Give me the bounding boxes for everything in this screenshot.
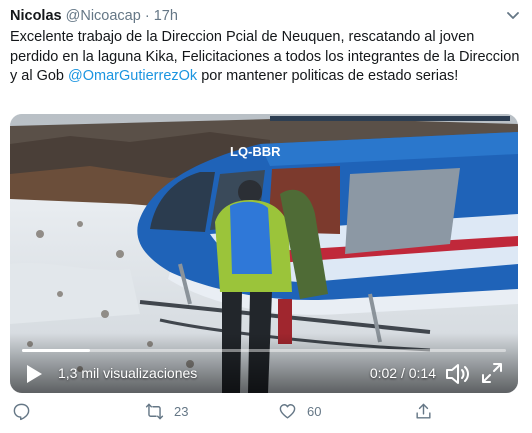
aircraft-registration: LQ-BBR bbox=[230, 144, 281, 159]
reply-icon bbox=[13, 403, 30, 421]
tweet-time[interactable]: 17h bbox=[154, 8, 178, 24]
like-icon bbox=[279, 404, 296, 419]
video-player[interactable]: LQ-BBR 1,3 mil visualizaciones 0:02 / 0:… bbox=[10, 114, 518, 393]
retweet-icon bbox=[145, 403, 164, 420]
retweet-button[interactable]: 23 bbox=[145, 402, 188, 421]
tweet-text: Excelente trabajo de la Direccion Pcial … bbox=[10, 28, 520, 87]
like-button[interactable]: 60 bbox=[278, 402, 321, 421]
chevron-down-icon bbox=[507, 12, 519, 19]
header-separator: · bbox=[144, 8, 150, 24]
view-count: 1,3 mil visualizaciones bbox=[58, 365, 198, 381]
video-progress-bar[interactable] bbox=[22, 349, 506, 352]
tweet-text-end: por mantener politicas de estado serias! bbox=[197, 68, 459, 84]
tweet-actions: 23 60 bbox=[0, 402, 532, 428]
author-name[interactable]: Nicolas bbox=[10, 8, 62, 24]
mention-link[interactable]: @OmarGutierrezOk bbox=[68, 68, 197, 84]
volume-button[interactable] bbox=[444, 361, 470, 387]
author-handle[interactable]: @Nicoacap bbox=[66, 8, 141, 24]
like-count: 60 bbox=[307, 404, 322, 419]
tweet-header: Nicolas @Nicoacap · 17h bbox=[10, 8, 178, 24]
fullscreen-button[interactable] bbox=[480, 361, 504, 385]
video-timer: 0:02 / 0:14 bbox=[369, 365, 436, 381]
retweet-count: 23 bbox=[174, 404, 189, 419]
video-progress-fill bbox=[22, 349, 90, 352]
volume-icon bbox=[446, 364, 469, 384]
more-options-button[interactable] bbox=[504, 6, 522, 24]
share-icon bbox=[416, 403, 431, 419]
reply-button[interactable] bbox=[12, 402, 31, 421]
fullscreen-icon bbox=[482, 363, 502, 383]
play-icon bbox=[27, 365, 42, 383]
share-button[interactable] bbox=[414, 402, 433, 421]
video-controls: 1,3 mil visualizaciones 0:02 / 0:14 bbox=[10, 345, 518, 393]
play-button[interactable] bbox=[24, 363, 44, 385]
